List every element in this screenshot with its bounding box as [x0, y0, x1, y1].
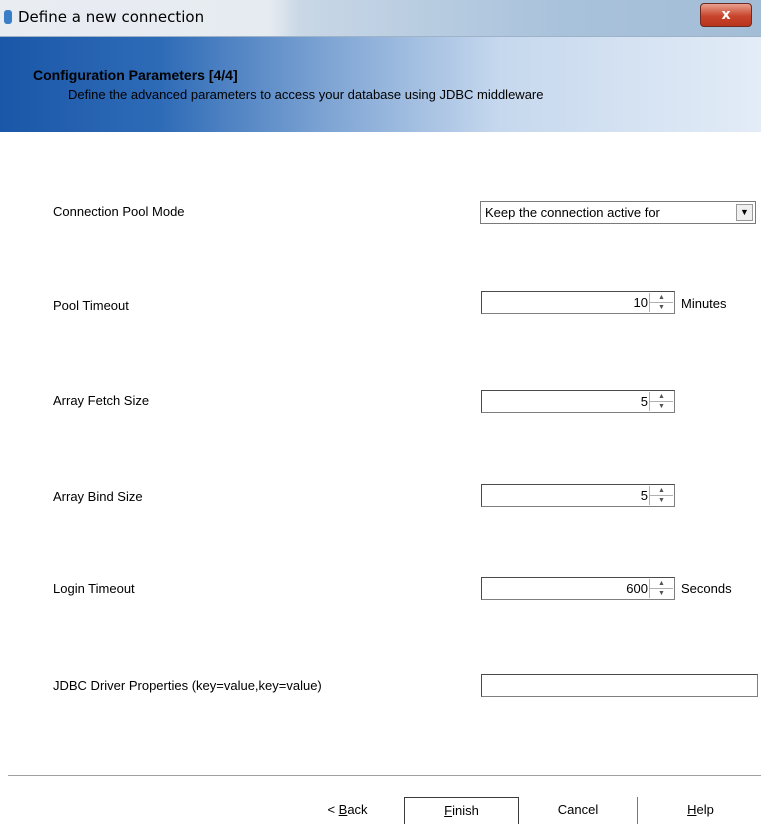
- login-timeout-stepper[interactable]: 600 ▲ ▼: [481, 577, 675, 600]
- pool-timeout-value: 10: [633, 295, 648, 310]
- connection-pool-mode-select[interactable]: Keep the connection active for ▼: [480, 201, 756, 224]
- wizard-header: Configuration Parameters [4/4] Define th…: [0, 37, 761, 132]
- array-bind-size-value: 5: [640, 488, 648, 503]
- help-button-label: elp: [696, 802, 714, 817]
- login-timeout-unit: Seconds: [681, 581, 732, 596]
- header-subtitle: Define the advanced parameters to access…: [68, 87, 544, 102]
- pool-timeout-stepper[interactable]: 10 ▲ ▼: [481, 291, 675, 314]
- login-timeout-spinner[interactable]: ▲ ▼: [649, 579, 673, 598]
- pool-timeout-spinner[interactable]: ▲ ▼: [649, 293, 673, 312]
- login-timeout-label: Login Timeout: [53, 581, 135, 596]
- array-fetch-size-spinner[interactable]: ▲ ▼: [649, 392, 673, 411]
- array-bind-size-stepper[interactable]: 5 ▲ ▼: [481, 484, 675, 507]
- header-title: Configuration Parameters [4/4]: [33, 67, 238, 83]
- spin-down-icon[interactable]: ▼: [650, 589, 673, 598]
- title-bar: Define a new connection x: [0, 0, 761, 37]
- array-fetch-size-value: 5: [640, 394, 648, 409]
- back-button[interactable]: < Back: [291, 797, 405, 824]
- spin-up-icon[interactable]: ▲: [650, 392, 673, 402]
- chevron-down-icon[interactable]: ▼: [736, 204, 753, 221]
- spin-down-icon[interactable]: ▼: [650, 303, 673, 312]
- array-bind-size-label: Array Bind Size: [53, 489, 143, 504]
- pool-timeout-label: Pool Timeout: [53, 298, 129, 313]
- login-timeout-value: 600: [626, 581, 648, 596]
- spin-down-icon[interactable]: ▼: [650, 402, 673, 411]
- back-button-label: ack: [347, 802, 368, 817]
- connection-pool-mode-value: Keep the connection active for: [485, 205, 660, 220]
- spin-up-icon[interactable]: ▲: [650, 486, 673, 496]
- cancel-button[interactable]: Cancel: [519, 797, 638, 824]
- array-fetch-size-label: Array Fetch Size: [53, 393, 150, 408]
- jdbc-driver-properties-input[interactable]: [481, 674, 758, 697]
- close-icon[interactable]: x: [700, 3, 752, 27]
- finish-button-mnemonic: F: [444, 803, 453, 818]
- help-button-mnemonic: H: [687, 802, 697, 817]
- spin-up-icon[interactable]: ▲: [650, 293, 673, 303]
- connection-pool-mode-label: Connection Pool Mode: [53, 204, 185, 219]
- array-bind-size-spinner[interactable]: ▲ ▼: [649, 486, 673, 505]
- app-icon: [4, 10, 12, 24]
- array-fetch-size-stepper[interactable]: 5 ▲ ▼: [481, 390, 675, 413]
- help-button[interactable]: Help: [640, 797, 761, 824]
- finish-button[interactable]: Finish: [404, 797, 519, 824]
- back-button-prefix: <: [327, 802, 339, 817]
- finish-button-label: inish: [452, 803, 479, 818]
- window-title: Define a new connection: [18, 8, 205, 26]
- spin-down-icon[interactable]: ▼: [650, 496, 673, 505]
- pool-timeout-unit: Minutes: [681, 296, 727, 311]
- cancel-button-label: Cancel: [557, 802, 599, 817]
- spin-up-icon[interactable]: ▲: [650, 579, 673, 589]
- jdbc-driver-properties-label: JDBC Driver Properties (key=value,key=va…: [53, 678, 322, 693]
